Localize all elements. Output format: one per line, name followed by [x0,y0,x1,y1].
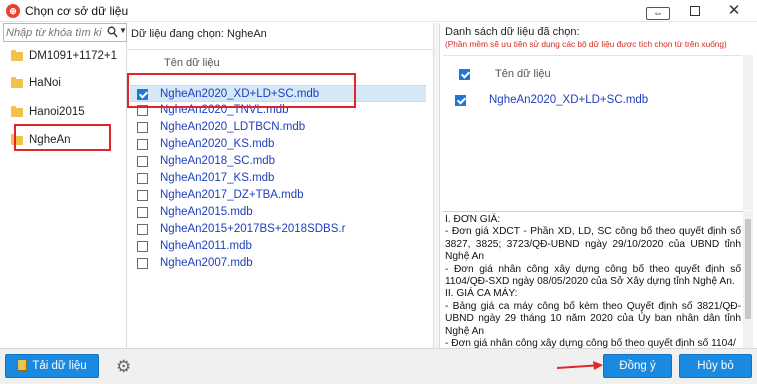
bottom-bar: Tải dữ liệu ⚙ Đồng ý Hủy bỏ [0,348,757,384]
checkbox[interactable] [137,258,148,269]
window-title: Chọn cơ sở dữ liệu [25,4,129,18]
file-panel: Dữ liệu đang chọn: NgheAn Tên dữ liệu Ng… [127,23,433,348]
note-line: - Đơn giá nhân công xây dựng công bố the… [445,263,741,288]
file-row[interactable]: NgheAn2011.mdb [130,238,426,255]
search-box[interactable]: ▼ [3,23,127,42]
highlight-box [14,124,111,151]
folder-label: DM1091+1172+1 [29,50,118,62]
checkbox[interactable] [455,95,466,106]
folder-icon [11,77,23,88]
file-row[interactable]: NgheAn2020_KS.mdb [130,136,426,153]
maximize-icon [690,6,700,16]
checkbox[interactable] [137,207,148,218]
selected-panel: Danh sách dữ liệu đã chọn: (Phần mềm sẽ … [441,23,754,348]
checkbox[interactable] [137,224,148,235]
file-name: NgheAn2020_LDTBCN.mdb [160,121,306,133]
file-name: NgheAn2011.mdb [160,240,252,252]
ok-button[interactable]: Đồng ý [603,354,672,378]
description-box: I. ĐƠN GIÁ: - Đơn giá XDCT - Phần XD, LD… [443,211,743,348]
current-folder-label: Dữ liệu đang chọn: NgheAn [131,28,267,40]
column-header: Tên dữ liệu [164,57,220,69]
description-scrollbar[interactable] [743,211,753,348]
title-bar: ⊕ Chọn cơ sở dữ liệu ⇔ ✕ [0,0,757,22]
file-name: NgheAn2020_XD+LD+SC.mdb [489,94,649,106]
folder-panel: ▼ DM1091+1172+1 HaNoi Hanoi2015 NgheAn [3,23,127,348]
selected-list: Tên dữ liệu NgheAn2020_XD+LD+SC.mdb [443,55,742,210]
file-row[interactable]: NgheAn2017_DZ+TBA.mdb [130,187,426,204]
folder-item[interactable]: DM1091+1172+1 [9,47,125,67]
note-line: - Đơn giá XDCT - Phần XD, LD, SC công bố… [445,226,741,263]
priority-note: (Phần mềm sẽ ưu tiên sử dụng các bộ dữ l… [445,39,727,49]
load-data-button[interactable]: Tải dữ liệu [5,354,99,378]
panel-splitter[interactable] [433,23,440,348]
file-name: NgheAn2018_SC.mdb [160,155,276,167]
close-button[interactable]: ✕ [714,0,754,22]
folder-label: Hanoi2015 [29,106,85,118]
search-icon[interactable] [107,26,118,38]
chevron-down-icon[interactable]: ▼ [119,26,127,35]
note-line: - Bảng giá ca máy công bố kèm theo Quyết… [445,300,741,337]
select-all-checkbox[interactable] [459,69,470,80]
checkbox[interactable] [137,156,148,167]
highlight-box [127,73,356,108]
list-scrollbar[interactable] [743,55,753,210]
file-row[interactable]: NgheAn2007.mdb [130,255,426,272]
checkbox[interactable] [137,139,148,150]
swap-arrows-icon: ⇔ [646,7,670,20]
red-arrow-icon [557,361,603,370]
file-name: NgheAn2017_KS.mdb [160,172,275,184]
scrollbar-thumb[interactable] [745,219,751,319]
file-name: NgheAn2017_DZ+TBA.mdb [160,189,304,201]
checkbox[interactable] [137,190,148,201]
note-line: I. ĐƠN GIÁ: [445,214,501,225]
folder-icon [11,50,23,61]
file-name: NgheAn2020_KS.mdb [160,138,275,150]
file-row[interactable]: NgheAn2020_LDTBCN.mdb [130,119,426,136]
search-input[interactable] [6,25,102,40]
folder-item[interactable]: Hanoi2015 [9,103,125,123]
file-name: NgheAn2007.mdb [160,257,253,269]
folder-item[interactable]: HaNoi [9,74,125,94]
file-name: NgheAn2015+2017BS+2018SDBS.r [160,223,346,235]
folder-label: HaNoi [29,77,61,89]
cancel-button[interactable]: Hủy bỏ [679,354,752,378]
file-row[interactable]: NgheAn2015+2017BS+2018SDBS.r [130,221,426,238]
maximize-button[interactable] [678,0,712,22]
selected-row[interactable]: NgheAn2020_XD+LD+SC.mdb [451,92,731,109]
file-name: NgheAn2015.mdb [160,206,253,218]
file-row[interactable]: NgheAn2015.mdb [130,204,426,221]
note-line: II. GIÁ CA MÁY: [445,288,518,300]
file-row[interactable]: NgheAn2018_SC.mdb [130,153,426,170]
checkbox[interactable] [137,241,148,252]
checkbox[interactable] [137,122,148,133]
switch-window-button[interactable]: ⇔ [640,0,676,22]
load-data-label: Tải dữ liệu [32,360,87,372]
app-logo-icon: ⊕ [6,4,20,18]
checkbox[interactable] [137,173,148,184]
selected-list-title: Danh sách dữ liệu đã chọn: [445,26,580,38]
gear-icon[interactable]: ⚙ [116,358,134,376]
note-line: - Đơn giá nhân công xây dựng công bố the… [445,338,736,348]
folder-icon [11,106,23,117]
column-header: Tên dữ liệu [495,68,551,80]
file-row[interactable]: NgheAn2017_KS.mdb [130,170,426,187]
database-icon [17,359,28,371]
